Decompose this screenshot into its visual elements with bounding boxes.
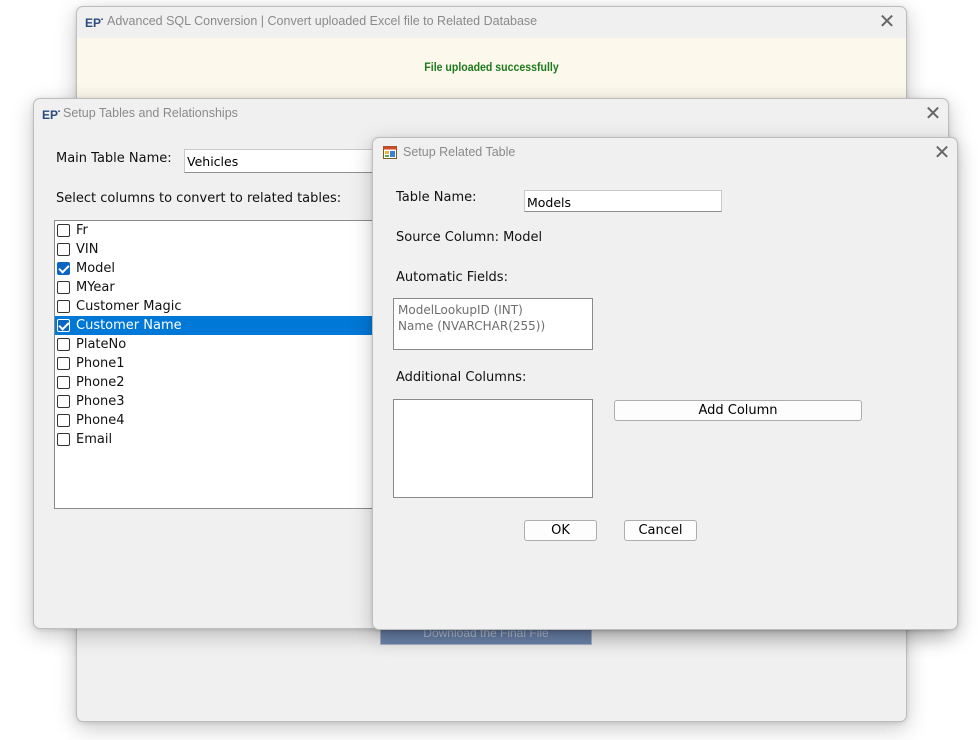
- automatic-fields-list: ModelLookupID (INT) Name (NVARCHAR(255)): [393, 298, 593, 350]
- additional-columns-list[interactable]: [393, 399, 593, 498]
- columns-checklist[interactable]: Fr VIN Model MYear Customer Magic Customer Na…: [54, 220, 384, 509]
- checkbox-unchecked[interactable]: [57, 338, 70, 351]
- column-checklist-label: Phone4: [76, 413, 125, 428]
- status-message: File uploaded successfully: [424, 60, 559, 74]
- column-checklist-label: Customer Magic: [76, 299, 182, 314]
- svg-text:EPT: EPT: [85, 16, 103, 30]
- add-column-button[interactable]: Add Column: [614, 400, 862, 421]
- column-checklist-item[interactable]: Customer Name: [55, 316, 383, 335]
- checkbox-unchecked[interactable]: [57, 433, 70, 446]
- checkbox-unchecked[interactable]: [57, 357, 70, 370]
- column-checklist-item[interactable]: PlateNo: [55, 335, 383, 354]
- main-table-name-input[interactable]: Vehicles: [184, 149, 384, 173]
- column-checklist-label: VIN: [76, 242, 99, 257]
- additional-columns-label: Additional Columns:: [396, 370, 527, 385]
- background-window-titlebar[interactable]: EPT Advanced SQL Conversion | Convert up…: [77, 7, 906, 37]
- column-checklist-item[interactable]: Fr: [55, 221, 383, 240]
- cancel-button[interactable]: Cancel: [624, 520, 697, 541]
- column-checklist-item[interactable]: Phone1: [55, 354, 383, 373]
- setup-tables-titlebar[interactable]: EPT Setup Tables and Relationships ✕: [34, 99, 948, 129]
- automatic-field-item: Name (NVARCHAR(255)): [398, 319, 546, 333]
- column-checklist-label: Fr: [76, 223, 88, 238]
- setup-tables-close-icon[interactable]: ✕: [922, 103, 944, 125]
- ept-logo-icon: EPT: [42, 108, 60, 122]
- column-checklist-label: Model: [76, 261, 116, 276]
- checkbox-checked[interactable]: [57, 262, 70, 275]
- column-checklist-item[interactable]: Phone3: [55, 392, 383, 411]
- ok-button[interactable]: OK: [524, 520, 597, 541]
- column-checklist-item[interactable]: VIN: [55, 240, 383, 259]
- source-column-text: Source Column: Model: [396, 230, 543, 245]
- ept-logo-icon: EPT: [85, 16, 103, 30]
- background-window-title: Advanced SQL Conversion | Convert upload…: [107, 14, 538, 28]
- checkbox-unchecked[interactable]: [57, 395, 70, 408]
- column-checklist-item[interactable]: Customer Magic: [55, 297, 383, 316]
- checkbox-checked[interactable]: [57, 319, 70, 332]
- column-checklist-item[interactable]: MYear: [55, 278, 383, 297]
- main-table-name-label: Main Table Name:: [56, 151, 172, 166]
- columns-prompt: Select columns to convert to related tab…: [56, 191, 342, 206]
- checkbox-unchecked[interactable]: [57, 243, 70, 256]
- background-window-close-icon[interactable]: ✕: [876, 11, 898, 33]
- setup-related-table-window: Setup Related Table ✕ Table Name: Models…: [372, 137, 958, 630]
- automatic-field-item: ModelLookupID (INT): [398, 303, 523, 317]
- column-checklist-item[interactable]: Phone4: [55, 411, 383, 430]
- setup-related-table-titlebar[interactable]: Setup Related Table ✕: [373, 138, 957, 168]
- column-checklist-label: Phone3: [76, 394, 125, 409]
- setup-tables-title: Setup Tables and Relationships: [63, 106, 238, 120]
- column-checklist-item[interactable]: Phone2: [55, 373, 383, 392]
- checkbox-unchecked[interactable]: [57, 281, 70, 294]
- automatic-fields-label: Automatic Fields:: [396, 270, 508, 285]
- column-checklist-label: Phone2: [76, 375, 125, 390]
- column-checklist-label: MYear: [76, 280, 115, 295]
- checkbox-unchecked[interactable]: [57, 376, 70, 389]
- table-name-input[interactable]: Models: [524, 190, 722, 212]
- setup-related-table-title: Setup Related Table: [403, 145, 516, 159]
- status-banner: File uploaded successfully: [77, 38, 906, 100]
- column-checklist-item[interactable]: Email: [55, 430, 383, 449]
- checkbox-unchecked[interactable]: [57, 300, 70, 313]
- checkbox-unchecked[interactable]: [57, 414, 70, 427]
- setup-related-table-close-icon[interactable]: ✕: [931, 142, 953, 164]
- form-app-icon: [383, 146, 397, 159]
- table-name-label: Table Name:: [396, 190, 477, 205]
- column-checklist-label: Customer Name: [76, 318, 182, 333]
- column-checklist-item[interactable]: Model: [55, 259, 383, 278]
- column-checklist-label: Email: [76, 432, 113, 447]
- column-checklist-label: Phone1: [76, 356, 125, 371]
- checkbox-unchecked[interactable]: [57, 224, 70, 237]
- column-checklist-label: PlateNo: [76, 337, 127, 352]
- svg-text:EPT: EPT: [42, 108, 60, 122]
